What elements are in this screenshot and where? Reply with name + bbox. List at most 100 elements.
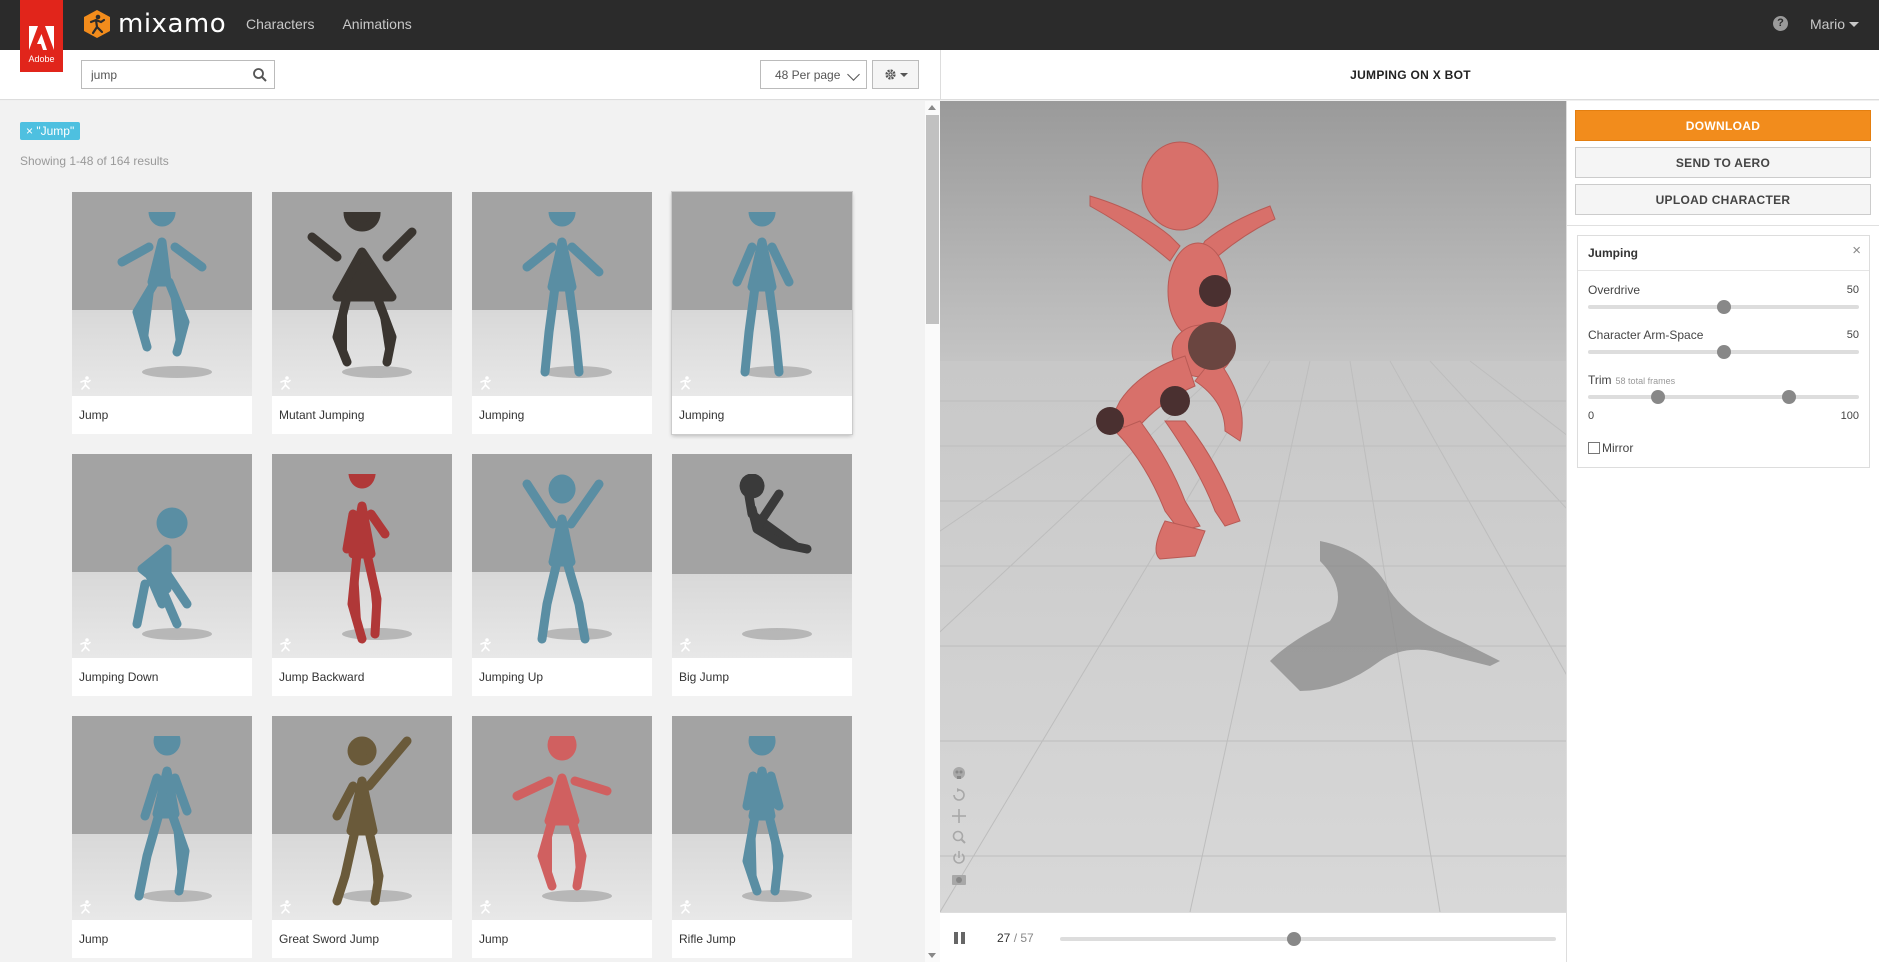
animation-name: Jumping — [479, 408, 525, 422]
animation-name: Mutant Jumping — [279, 408, 365, 422]
results-count: Showing 1-48 of 164 results — [20, 154, 169, 168]
character-figure — [117, 212, 212, 378]
adobe-label: Adobe — [28, 54, 55, 64]
character-figure — [522, 474, 612, 644]
timeline-handle[interactable] — [1286, 932, 1301, 946]
trim-start-handle[interactable] — [1651, 390, 1666, 404]
running-man-icon — [480, 376, 491, 390]
animation-card[interactable]: Jump Backward — [272, 454, 452, 696]
animation-thumbnail[interactable] — [72, 716, 252, 920]
animation-card[interactable]: Big Jump — [672, 454, 852, 696]
zoom-icon[interactable] — [951, 829, 967, 845]
animation-card[interactable]: Jump — [472, 716, 652, 958]
animation-name: Great Sword Jump — [279, 932, 380, 946]
character-figure — [307, 212, 417, 378]
search-icon[interactable] — [252, 67, 268, 83]
mirror-toggle[interactable]: Mirror — [1588, 441, 1633, 455]
preview-title: JUMPING ON X BOT — [1350, 68, 1471, 82]
animation-thumbnail[interactable] — [72, 192, 252, 396]
help-icon[interactable]: ? — [1773, 16, 1788, 31]
main-nav: Characters Animations — [246, 16, 412, 32]
close-icon[interactable]: × — [1852, 242, 1861, 259]
animation-thumbnail[interactable] — [272, 192, 452, 396]
running-man-icon — [280, 900, 291, 914]
animation-thumbnail[interactable] — [472, 454, 652, 658]
power-icon[interactable] — [951, 850, 967, 866]
rotate-icon[interactable] — [951, 787, 967, 803]
animation-thumbnail[interactable] — [672, 716, 852, 920]
character-figure — [132, 507, 212, 640]
pan-icon[interactable] — [951, 808, 967, 824]
3d-viewport[interactable] — [940, 101, 1566, 912]
arm-space-handle[interactable] — [1716, 345, 1731, 359]
filter-tag[interactable]: × "Jump" — [20, 122, 81, 140]
trim-min: 0 — [1588, 410, 1595, 422]
animation-thumbnail[interactable] — [272, 454, 452, 658]
pause-icon[interactable] — [954, 932, 966, 944]
send-to-aero-button[interactable]: SEND TO AERO — [1575, 147, 1871, 178]
trim-slider[interactable] — [1588, 390, 1859, 404]
running-man-icon — [80, 376, 91, 390]
scrollbar-thumb[interactable] — [926, 115, 939, 324]
animation-browser: × "Jump" Showing 1-48 of 164 results Jum… — [0, 101, 925, 962]
nav-characters[interactable]: Characters — [246, 16, 314, 32]
running-man-icon — [680, 376, 691, 390]
running-man-icon — [680, 638, 691, 652]
animation-card[interactable]: Jumping Up — [472, 454, 652, 696]
animation-card[interactable]: Jump — [72, 716, 252, 958]
arm-space-slider[interactable] — [1588, 345, 1859, 359]
character-figure — [522, 212, 612, 378]
overdrive-slider[interactable] — [1588, 300, 1859, 314]
settings-button[interactable] — [872, 60, 919, 89]
timeline-slider[interactable] — [1060, 932, 1556, 946]
search-box — [81, 60, 275, 89]
top-navbar: mixamo Characters Animations ? Mario — [0, 0, 1879, 50]
animation-card[interactable]: Jumping — [472, 192, 652, 434]
animation-thumbnail[interactable] — [472, 192, 652, 396]
animation-thumbnail[interactable] — [672, 454, 852, 658]
search-input[interactable] — [91, 66, 241, 84]
download-button[interactable]: DOWNLOAD — [1575, 110, 1871, 141]
adobe-logo[interactable]: Adobe — [20, 0, 63, 72]
character-figure — [739, 474, 812, 640]
chevron-down-icon — [847, 68, 860, 81]
mirror-checkbox[interactable] — [1588, 442, 1600, 454]
animation-thumbnail[interactable] — [472, 716, 652, 920]
animation-name: Jump — [479, 932, 509, 946]
browser-scrollbar[interactable] — [925, 101, 940, 962]
mixamo-logo[interactable]: mixamo — [82, 9, 226, 39]
character-figure — [512, 736, 612, 902]
animation-thumbnail[interactable] — [272, 716, 452, 920]
scroll-down-icon[interactable] — [928, 953, 936, 958]
trim-subtitle: 58 total frames — [1615, 376, 1676, 386]
animation-card[interactable]: Jumping Down — [72, 454, 252, 696]
animation-thumbnail[interactable] — [72, 454, 252, 658]
trim-end-handle[interactable] — [1781, 390, 1796, 404]
overdrive-handle[interactable] — [1716, 300, 1731, 314]
camera-icon[interactable] — [951, 871, 967, 887]
mixamo-logo-icon — [84, 10, 110, 38]
animation-card[interactable]: Great Sword Jump — [272, 716, 452, 958]
chevron-down-icon — [899, 72, 908, 77]
params-divider — [1578, 270, 1869, 271]
mirror-label: Mirror — [1602, 441, 1634, 455]
current-frame: 27 — [997, 931, 1011, 945]
animation-name: Jump — [79, 932, 109, 946]
scroll-up-icon[interactable] — [928, 105, 936, 110]
frame-counter: 27 / 57 — [997, 931, 1034, 945]
upload-character-button[interactable]: UPLOAD CHARACTER — [1575, 184, 1871, 215]
user-menu[interactable]: Mario — [1810, 16, 1860, 32]
timeline-bar: 27 / 57 — [940, 912, 1566, 962]
animation-thumbnail[interactable] — [672, 192, 852, 396]
animation-name: Jumping Up — [479, 670, 544, 684]
character-figure — [342, 474, 412, 644]
nav-animations[interactable]: Animations — [342, 16, 411, 32]
animation-params: Jumping × Overdrive 50 Character Arm-Spa… — [1577, 235, 1870, 468]
animation-card[interactable]: Jumping — [672, 192, 852, 434]
animation-card[interactable]: Rifle Jump — [672, 716, 852, 958]
skeleton-icon[interactable] — [951, 766, 967, 782]
per-page-select[interactable]: 48 Per page — [760, 60, 867, 89]
trim-max: 100 — [1840, 410, 1859, 422]
animation-card[interactable]: Mutant Jumping — [272, 192, 452, 434]
animation-card[interactable]: Jump — [72, 192, 252, 434]
